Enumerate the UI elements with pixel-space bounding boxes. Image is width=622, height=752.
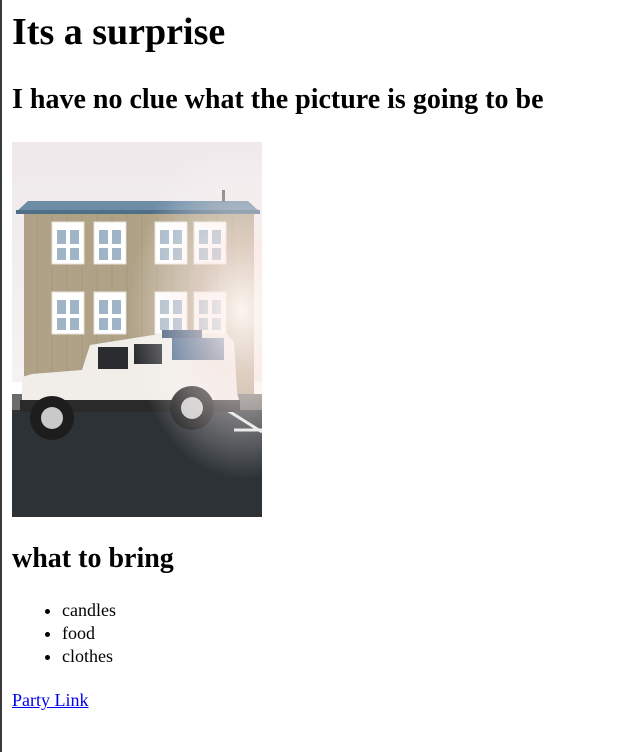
bring-list: candles food clothes xyxy=(12,599,116,668)
page-title: Its a surprise xyxy=(12,11,226,53)
party-link[interactable]: Party Link xyxy=(12,688,89,712)
list-item: clothes xyxy=(62,645,116,668)
page-subtitle: I have no clue what the picture is going… xyxy=(12,84,544,115)
house-car-photo xyxy=(12,142,262,517)
list-item: food xyxy=(62,622,116,645)
list-item: candles xyxy=(62,599,116,622)
what-to-bring-heading: what to bring xyxy=(12,543,174,574)
